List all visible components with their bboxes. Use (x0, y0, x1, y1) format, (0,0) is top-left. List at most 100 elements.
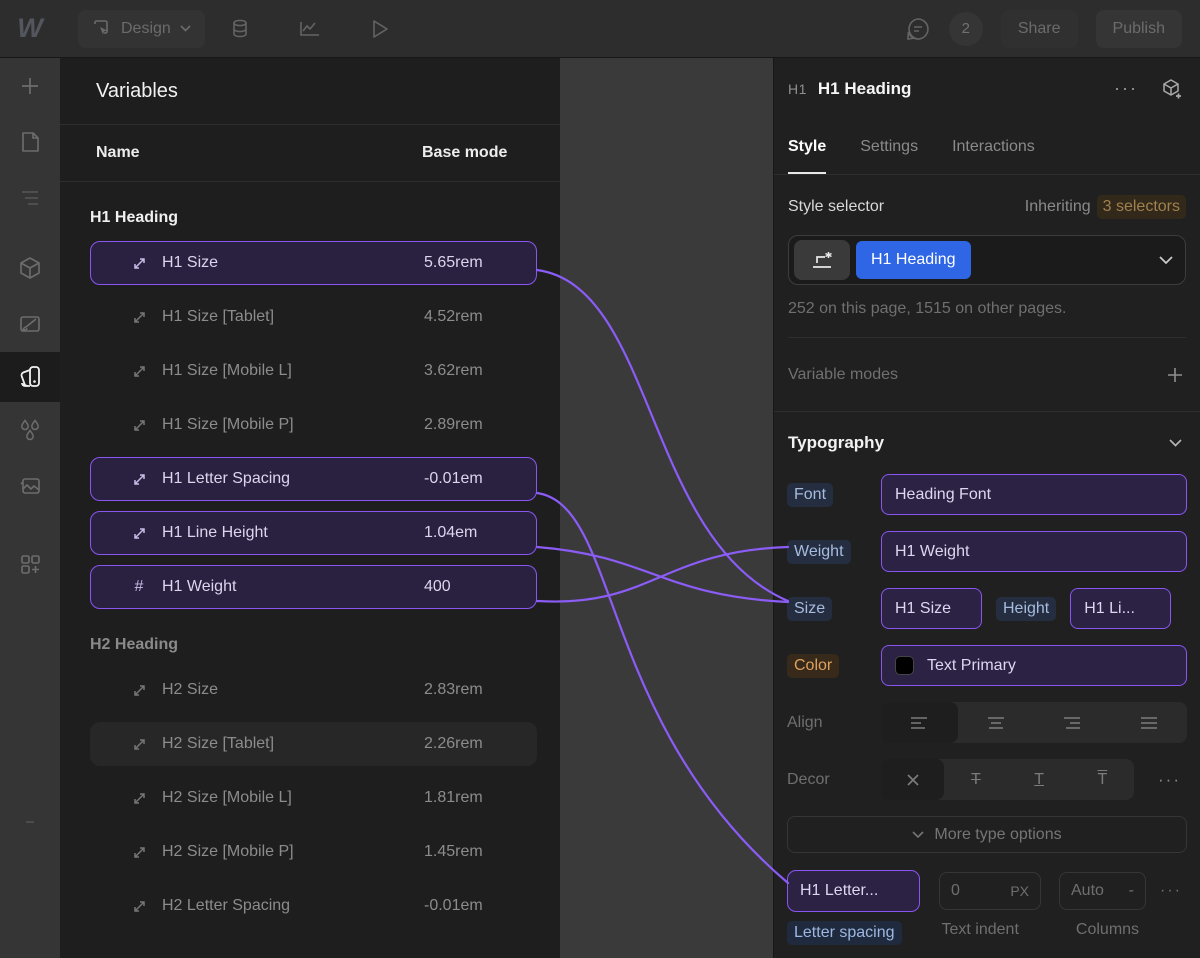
selected-class-pill[interactable]: H1 Heading (856, 241, 971, 279)
design-mode-dropdown[interactable]: Design (78, 10, 205, 48)
text-indent-unit[interactable]: PX (1010, 883, 1029, 899)
variable-row[interactable]: #H1 Weight400 (90, 565, 537, 609)
variable-row[interactable]: H1 Size [Mobile P] 2.89rem (90, 403, 537, 447)
variables-panel-button[interactable] (0, 352, 60, 402)
variable-base-mode-value[interactable]: -0.01em (424, 897, 483, 915)
variable-row[interactable]: H2 Size [Mobile L]1.81rem (90, 776, 537, 820)
size-variable-icon (129, 525, 149, 542)
tab-settings[interactable]: Settings (860, 119, 918, 174)
variable-base-mode-value[interactable]: 2.83rem (424, 681, 483, 699)
decoration-strikethrough-button[interactable]: T (944, 759, 1007, 800)
variable-base-mode-value[interactable]: 1.45rem (424, 843, 483, 861)
font-label: Font (787, 483, 833, 507)
size-label: Size (787, 597, 832, 621)
decoration-none-button[interactable] (881, 759, 944, 800)
font-size-field[interactable]: H1 Size (881, 588, 982, 629)
decoration-overline-button[interactable]: T (1071, 759, 1134, 800)
style-selector-input[interactable]: H1 Heading (788, 235, 1186, 285)
more-type-options-label: More type options (934, 826, 1061, 844)
variable-base-mode-value[interactable]: 2.26rem (424, 735, 483, 753)
variable-base-mode-value[interactable]: 5.65rem (424, 254, 483, 272)
typography-section-title: Typography (788, 433, 884, 453)
variable-row[interactable]: H2 Size 2.83rem (90, 668, 537, 712)
notification-count-badge[interactable]: 2 (949, 12, 983, 46)
variable-base-mode-value[interactable]: 400 (424, 578, 451, 596)
weight-label: Weight (787, 540, 851, 564)
element-menu-button[interactable]: ··· (1114, 78, 1138, 99)
create-component-icon[interactable] (1160, 77, 1184, 101)
variable-name: H1 Line Height (162, 524, 268, 542)
top-bar: W Design (0, 0, 1200, 58)
align-label: Align (787, 714, 823, 731)
font-weight-field[interactable]: H1 Weight (881, 531, 1187, 572)
variable-base-mode-value[interactable]: 1.81rem (424, 789, 483, 807)
variable-row[interactable]: H1 Size [Tablet]4.52rem (90, 295, 537, 339)
variable-row[interactable]: H2 Size [Tablet]2.26rem (90, 722, 537, 766)
preview-play-button[interactable] (345, 18, 415, 40)
share-button[interactable]: Share (1001, 10, 1078, 48)
variable-name: H1 Size [Mobile P] (162, 416, 294, 434)
variable-row[interactable]: H1 Size5.65rem (90, 241, 537, 285)
columns-unit[interactable]: - (1129, 882, 1134, 900)
variable-base-mode-value[interactable]: 1.04em (424, 524, 477, 542)
collapse-typography-icon[interactable] (1169, 439, 1182, 447)
variable-row[interactable]: H1 Size [Mobile L]3.62rem (90, 349, 537, 393)
analytics-button[interactable] (275, 18, 345, 40)
decoration-label: Decor (787, 771, 830, 788)
variable-base-mode-value[interactable]: -0.01em (424, 470, 483, 488)
variable-row[interactable]: H2 Size [Mobile P]1.45rem (90, 830, 537, 874)
chevron-down-icon[interactable] (1159, 256, 1173, 265)
webflow-logo[interactable]: W (0, 0, 60, 58)
size-variable-icon (129, 255, 149, 272)
variable-row[interactable]: H1 Letter Spacing-0.01em (90, 457, 537, 501)
text-color-field[interactable]: Text Primary (881, 645, 1187, 686)
variable-modes-label: Variable modes (788, 366, 898, 384)
column-header-base-mode: Base mode (422, 144, 507, 162)
columns-more-button[interactable]: ··· (1160, 882, 1182, 900)
letter-spacing-field[interactable]: H1 Letter... (787, 870, 920, 912)
publish-button[interactable]: Publish (1096, 10, 1182, 48)
variable-base-mode-value[interactable]: 4.52rem (424, 308, 483, 326)
align-right-button[interactable] (1034, 702, 1111, 743)
add-elements-button[interactable] (0, 58, 60, 114)
variable-base-mode-value[interactable]: 2.89rem (424, 416, 483, 434)
more-type-options-button[interactable]: More type options (787, 816, 1187, 853)
variable-base-mode-value[interactable]: 3.62rem (424, 362, 483, 380)
left-toolbar (0, 58, 60, 958)
variable-name: H2 Size (162, 681, 218, 699)
apps-button[interactable] (0, 536, 60, 592)
comments-button[interactable] (905, 16, 931, 42)
align-left-button[interactable] (881, 702, 958, 743)
cursor-select-icon (92, 19, 112, 39)
tab-interactions[interactable]: Interactions (952, 119, 1035, 174)
size-row: Size H1 Size Height H1 Li... (787, 588, 1187, 629)
assets-button[interactable] (0, 458, 60, 514)
variables-list: H1 HeadingH1 Size5.65remH1 Size [Tablet]… (60, 209, 560, 928)
columns-field[interactable]: Auto - (1059, 872, 1146, 910)
pages-button[interactable] (0, 114, 60, 170)
style-selector-label: Style selector (788, 198, 884, 216)
align-justify-button[interactable] (1111, 702, 1188, 743)
align-center-button[interactable] (958, 702, 1035, 743)
selector-state-icon[interactable] (794, 240, 850, 280)
line-height-field[interactable]: H1 Li... (1070, 588, 1171, 629)
text-indent-field[interactable]: 0 PX (939, 872, 1041, 910)
style-panel-button[interactable] (0, 296, 60, 352)
font-family-field[interactable]: Heading Font (881, 474, 1187, 515)
size-variable-icon (129, 790, 149, 807)
navigator-button[interactable] (0, 170, 60, 226)
inheriting-selectors-link[interactable]: 3 selectors (1097, 195, 1186, 219)
add-variable-mode-button[interactable] (1166, 366, 1184, 384)
variable-row[interactable]: H1 Line Height 1.04em (90, 511, 537, 555)
toolbar-dash (26, 821, 34, 823)
variable-row[interactable]: H2 Letter Spacing-0.01em (90, 884, 537, 928)
tab-style[interactable]: Style (788, 119, 826, 174)
interactions-button[interactable] (0, 402, 60, 458)
cms-database-button[interactable] (205, 18, 275, 40)
decoration-more-button[interactable]: ··· (1158, 770, 1187, 790)
decoration-underline-button[interactable]: T (1008, 759, 1071, 800)
style-inspector-panel: H1 H1 Heading ··· Style Settings Interac… (773, 58, 1200, 958)
components-button[interactable] (0, 240, 60, 296)
chevron-down-icon (180, 25, 191, 32)
color-swatch (895, 656, 914, 675)
